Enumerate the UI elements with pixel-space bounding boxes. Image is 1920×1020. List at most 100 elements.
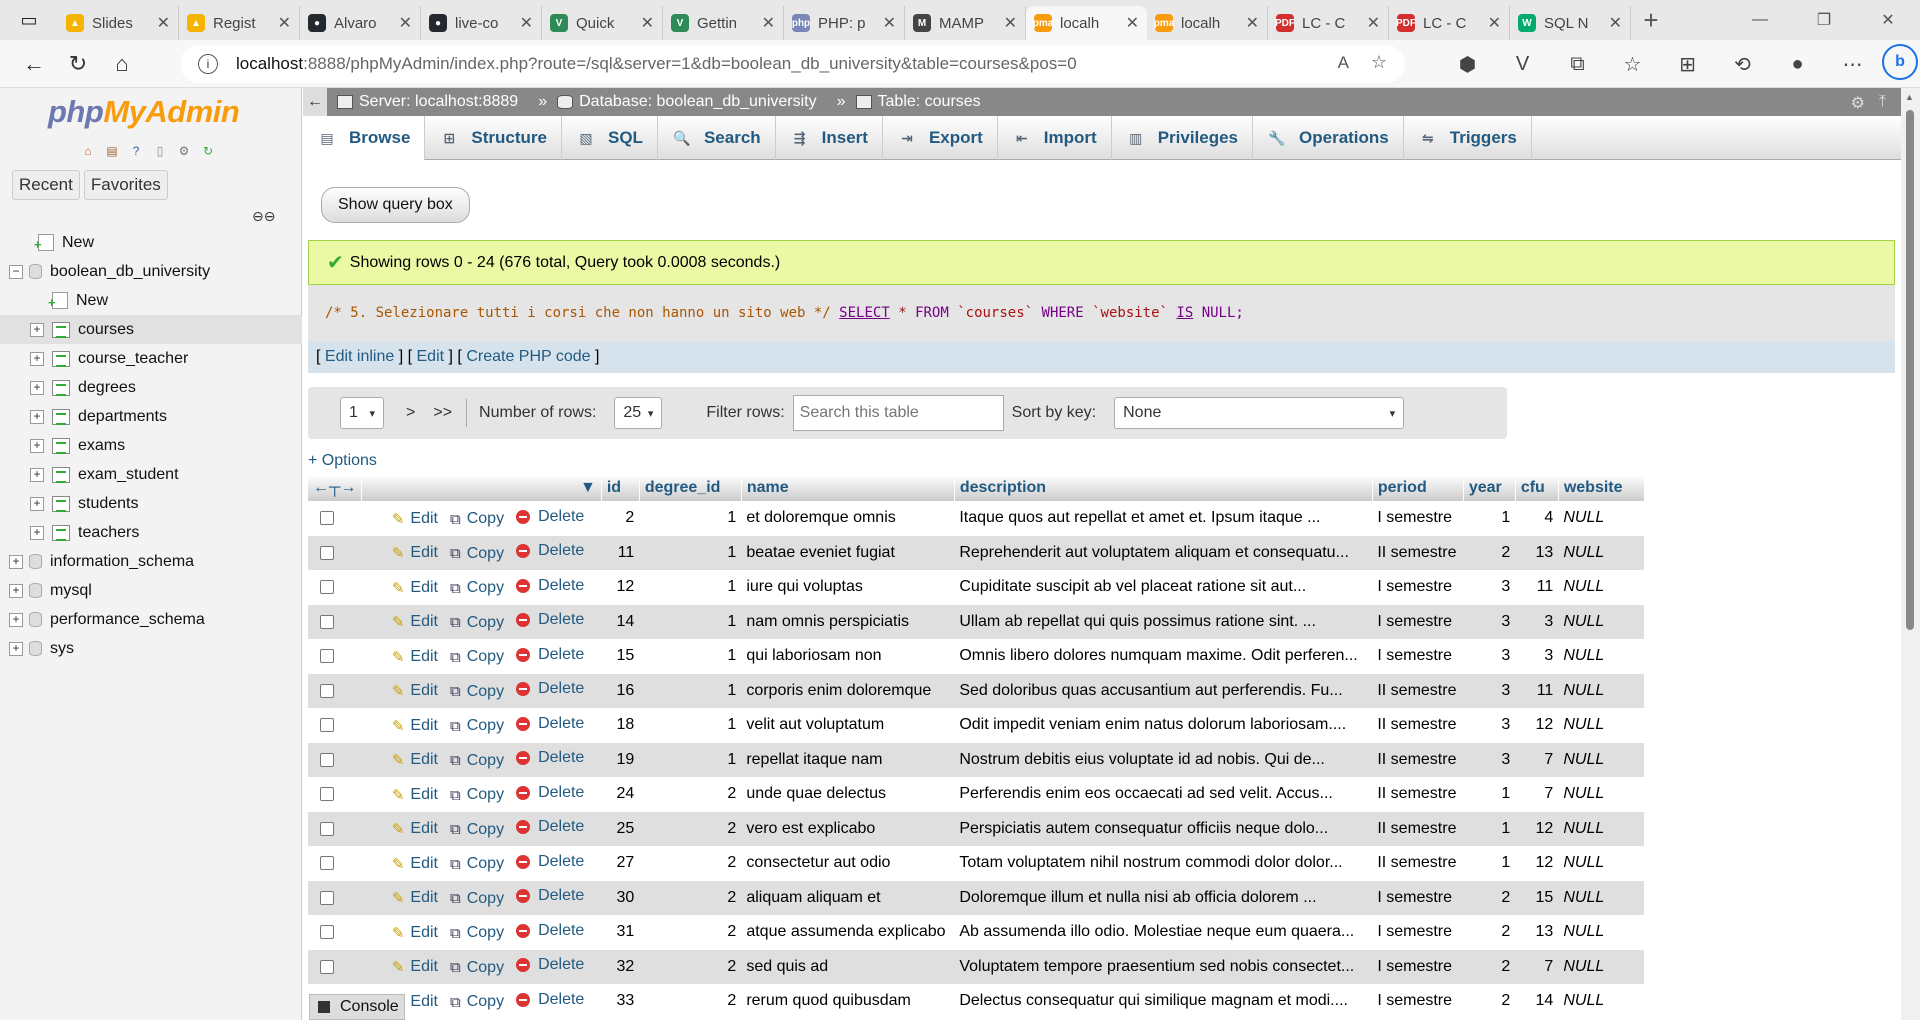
create-php-code-link[interactable]: Create PHP code	[466, 348, 590, 366]
cell-cfu[interactable]: 7	[1515, 949, 1559, 984]
home-icon[interactable]: ⌂	[100, 44, 144, 84]
address-bar[interactable]: i localhost:8888/phpMyAdmin/index.php?ro…	[180, 45, 1405, 83]
more-icon[interactable]: ⋯	[1825, 44, 1880, 84]
favorites-tab[interactable]: Favorites	[83, 170, 168, 200]
tree-table-item[interactable]: + courses	[0, 315, 302, 344]
edit-button[interactable]: ✎Edit	[392, 889, 438, 907]
tab-triggers[interactable]: ⇋ Triggers	[1404, 116, 1532, 160]
expand-icon[interactable]: +	[30, 380, 44, 395]
cell-cfu[interactable]: 3	[1515, 604, 1559, 639]
cell-degree-id[interactable]: 1	[639, 673, 742, 708]
cell-cfu[interactable]: 7	[1515, 777, 1559, 812]
cell-description[interactable]: Perspiciatis autem consequatur officiis …	[954, 811, 1373, 846]
cell-period[interactable]: II semestre	[1372, 708, 1464, 743]
options-link[interactable]: + Options	[308, 452, 377, 470]
cell-degree-id[interactable]: 1	[639, 708, 742, 743]
tree-table-item[interactable]: + teachers	[0, 518, 302, 547]
tab-actions-icon[interactable]: ▭	[0, 0, 58, 40]
back-icon[interactable]: ←	[12, 44, 56, 84]
cell-description[interactable]: Delectus consequatur qui similique magna…	[954, 984, 1373, 1019]
row-checkbox[interactable]	[320, 959, 334, 974]
filter-rows-input[interactable]	[792, 395, 1004, 431]
restore-button[interactable]: ❐	[1792, 0, 1856, 40]
cell-year[interactable]: 2	[1463, 915, 1516, 950]
reload-icon[interactable]: ↻	[198, 141, 218, 161]
close-tab-icon[interactable]: ✕	[1126, 13, 1139, 33]
cell-year[interactable]: 1	[1463, 846, 1516, 881]
cell-description[interactable]: Omnis libero dolores numquam maxime. Odi…	[954, 639, 1373, 674]
edit-button[interactable]: ✎Edit	[392, 924, 438, 942]
link-icon[interactable]: ⊖⊖	[252, 208, 275, 225]
expand-icon[interactable]: +	[9, 641, 23, 656]
cell-year[interactable]: 2	[1463, 984, 1516, 1019]
close-tab-icon[interactable]: ✕	[1004, 13, 1017, 33]
cell-cfu[interactable]: 14	[1515, 984, 1559, 1019]
cell-year[interactable]: 2	[1463, 535, 1516, 570]
delete-button[interactable]: Delete	[516, 680, 584, 698]
close-tab-icon[interactable]: ✕	[641, 13, 654, 33]
cell-id[interactable]: 2	[601, 501, 640, 536]
close-tab-icon[interactable]: ✕	[399, 13, 412, 33]
delete-button[interactable]: Delete	[516, 956, 584, 974]
row-checkbox[interactable]	[320, 649, 334, 664]
delete-button[interactable]: Delete	[516, 508, 584, 526]
expand-icon[interactable]: +	[9, 583, 23, 598]
cell-cfu[interactable]: 13	[1515, 915, 1559, 950]
edit-button[interactable]: ✎Edit	[392, 510, 438, 528]
close-tab-icon[interactable]: ✕	[520, 13, 533, 33]
tree-table-item[interactable]: + course_teacher	[0, 344, 302, 373]
cell-description[interactable]: Reprehenderit aut voluptatem aliquam et …	[954, 535, 1373, 570]
help-icon[interactable]: ?	[126, 141, 146, 161]
cell-cfu[interactable]: 12	[1515, 846, 1559, 881]
cell-degree-id[interactable]: 2	[639, 915, 742, 950]
cell-description[interactable]: Itaque quos aut repellat et amet et. Ips…	[954, 501, 1373, 536]
delete-button[interactable]: Delete	[516, 887, 584, 905]
profile-avatar[interactable]: ●	[1770, 44, 1825, 84]
cell-period[interactable]: II semestre	[1372, 846, 1464, 881]
cell-period[interactable]: I semestre	[1372, 501, 1464, 536]
expand-icon[interactable]: +	[30, 322, 44, 337]
show-query-box-button[interactable]: Show query box	[321, 187, 470, 223]
cell-year[interactable]: 2	[1463, 880, 1516, 915]
cell-year[interactable]: 3	[1463, 742, 1516, 777]
page-scrollbar[interactable]: ▲	[1901, 88, 1920, 1020]
cell-name[interactable]: velit aut voluptatum	[741, 708, 955, 743]
settings-icon[interactable]: ⚙	[174, 141, 194, 161]
exit-icon[interactable]: ▤	[102, 141, 122, 161]
breadcrumb-database[interactable]: Database: boolean_db_university	[557, 93, 817, 111]
rows-per-page-select[interactable]: 25 ▾	[614, 397, 663, 429]
tree-table-item[interactable]: + exam_student	[0, 460, 302, 489]
column-header[interactable]: id	[601, 475, 640, 501]
console-button[interactable]: Console	[309, 994, 405, 1020]
copy-button[interactable]: ⧉ Copy	[450, 683, 504, 701]
favorites-icon[interactable]: ☆	[1605, 44, 1660, 84]
phpmyadmin-logo[interactable]: phpMyAdmin	[48, 94, 240, 130]
cell-name[interactable]: corporis enim doloremque	[741, 673, 955, 708]
cell-id[interactable]: 16	[601, 673, 640, 708]
copy-button[interactable]: ⧉ Copy	[450, 545, 504, 563]
cell-cfu[interactable]: 15	[1515, 880, 1559, 915]
cell-cfu[interactable]: 12	[1515, 708, 1559, 743]
cell-description[interactable]: Sed doloribus quas accusantium aut perfe…	[954, 673, 1373, 708]
expand-icon[interactable]: +	[9, 612, 23, 627]
tree-database-item[interactable]: + performance_schema	[0, 605, 302, 634]
cell-period[interactable]: II semestre	[1372, 777, 1464, 812]
cell-id[interactable]: 32	[601, 949, 640, 984]
delete-button[interactable]: Delete	[516, 818, 584, 836]
page-select[interactable]: 1 ▾	[340, 397, 384, 429]
cell-period[interactable]: I semestre	[1372, 604, 1464, 639]
column-header[interactable]: website	[1558, 475, 1645, 501]
close-window-button[interactable]: ✕	[1856, 0, 1920, 40]
cell-cfu[interactable]: 3	[1515, 639, 1559, 674]
delete-button[interactable]: Delete	[516, 991, 584, 1009]
cell-degree-id[interactable]: 2	[639, 949, 742, 984]
cell-website[interactable]: NULL	[1558, 501, 1645, 536]
delete-button[interactable]: Delete	[516, 542, 584, 560]
delete-button[interactable]: Delete	[516, 749, 584, 767]
cell-website[interactable]: NULL	[1558, 570, 1645, 605]
close-tab-icon[interactable]: ✕	[157, 13, 170, 33]
cell-description[interactable]: Voluptatem tempore praesentium sed nobis…	[954, 949, 1373, 984]
resize-arrows-icon[interactable]: ←┬→	[308, 475, 363, 501]
cell-id[interactable]: 11	[601, 535, 640, 570]
cell-period[interactable]: I semestre	[1372, 880, 1464, 915]
